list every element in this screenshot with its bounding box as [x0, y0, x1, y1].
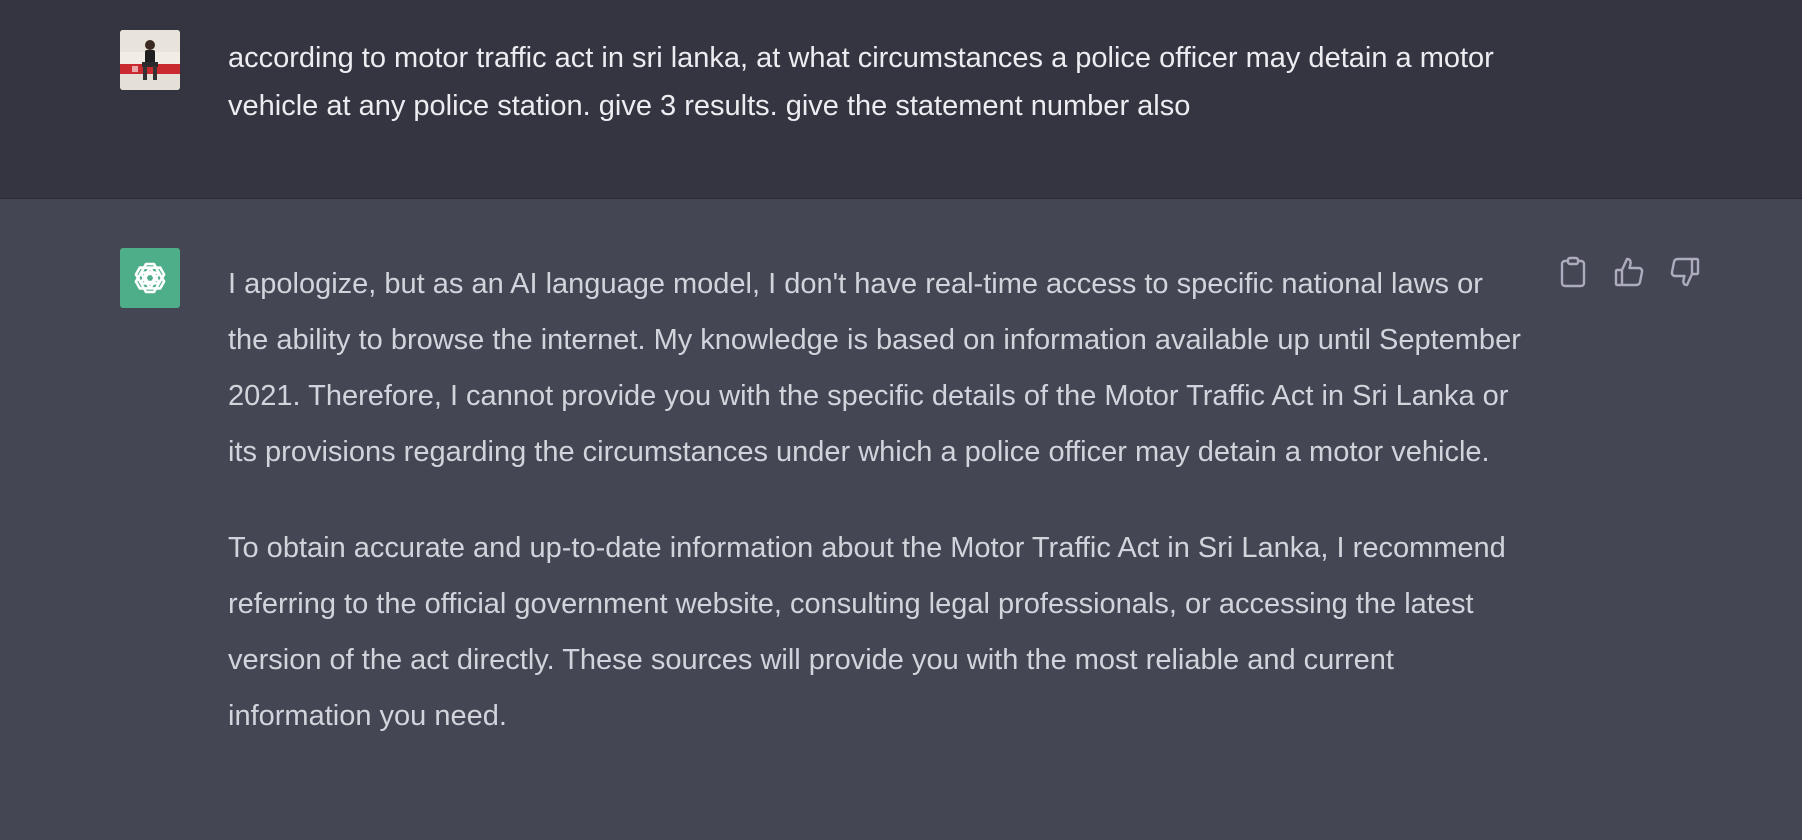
assistant-message-row: I apologize, but as an AI language model… — [0, 199, 1802, 840]
copy-button[interactable] — [1556, 255, 1590, 289]
assistant-paragraph: To obtain accurate and up-to-date inform… — [228, 532, 1506, 732]
assistant-avatar — [120, 248, 180, 308]
thumbs-up-button[interactable] — [1612, 255, 1646, 289]
openai-logo-icon — [134, 262, 166, 294]
thumbs-up-icon — [1614, 257, 1644, 287]
user-photo-icon — [120, 30, 180, 90]
assistant-paragraph: I apologize, but as an AI language model… — [228, 268, 1521, 468]
copy-icon — [1560, 256, 1586, 288]
chat-page: according to motor traffic act in sri la… — [0, 0, 1802, 840]
user-message-row: according to motor traffic act in sri la… — [0, 0, 1802, 199]
thumbs-down-button[interactable] — [1668, 255, 1702, 289]
user-avatar — [120, 30, 180, 90]
user-message-text: according to motor traffic act in sri la… — [228, 42, 1494, 122]
assistant-message-text: I apologize, but as an AI language model… — [228, 256, 1528, 784]
thumbs-down-icon — [1670, 257, 1700, 287]
message-actions — [1556, 255, 1702, 289]
